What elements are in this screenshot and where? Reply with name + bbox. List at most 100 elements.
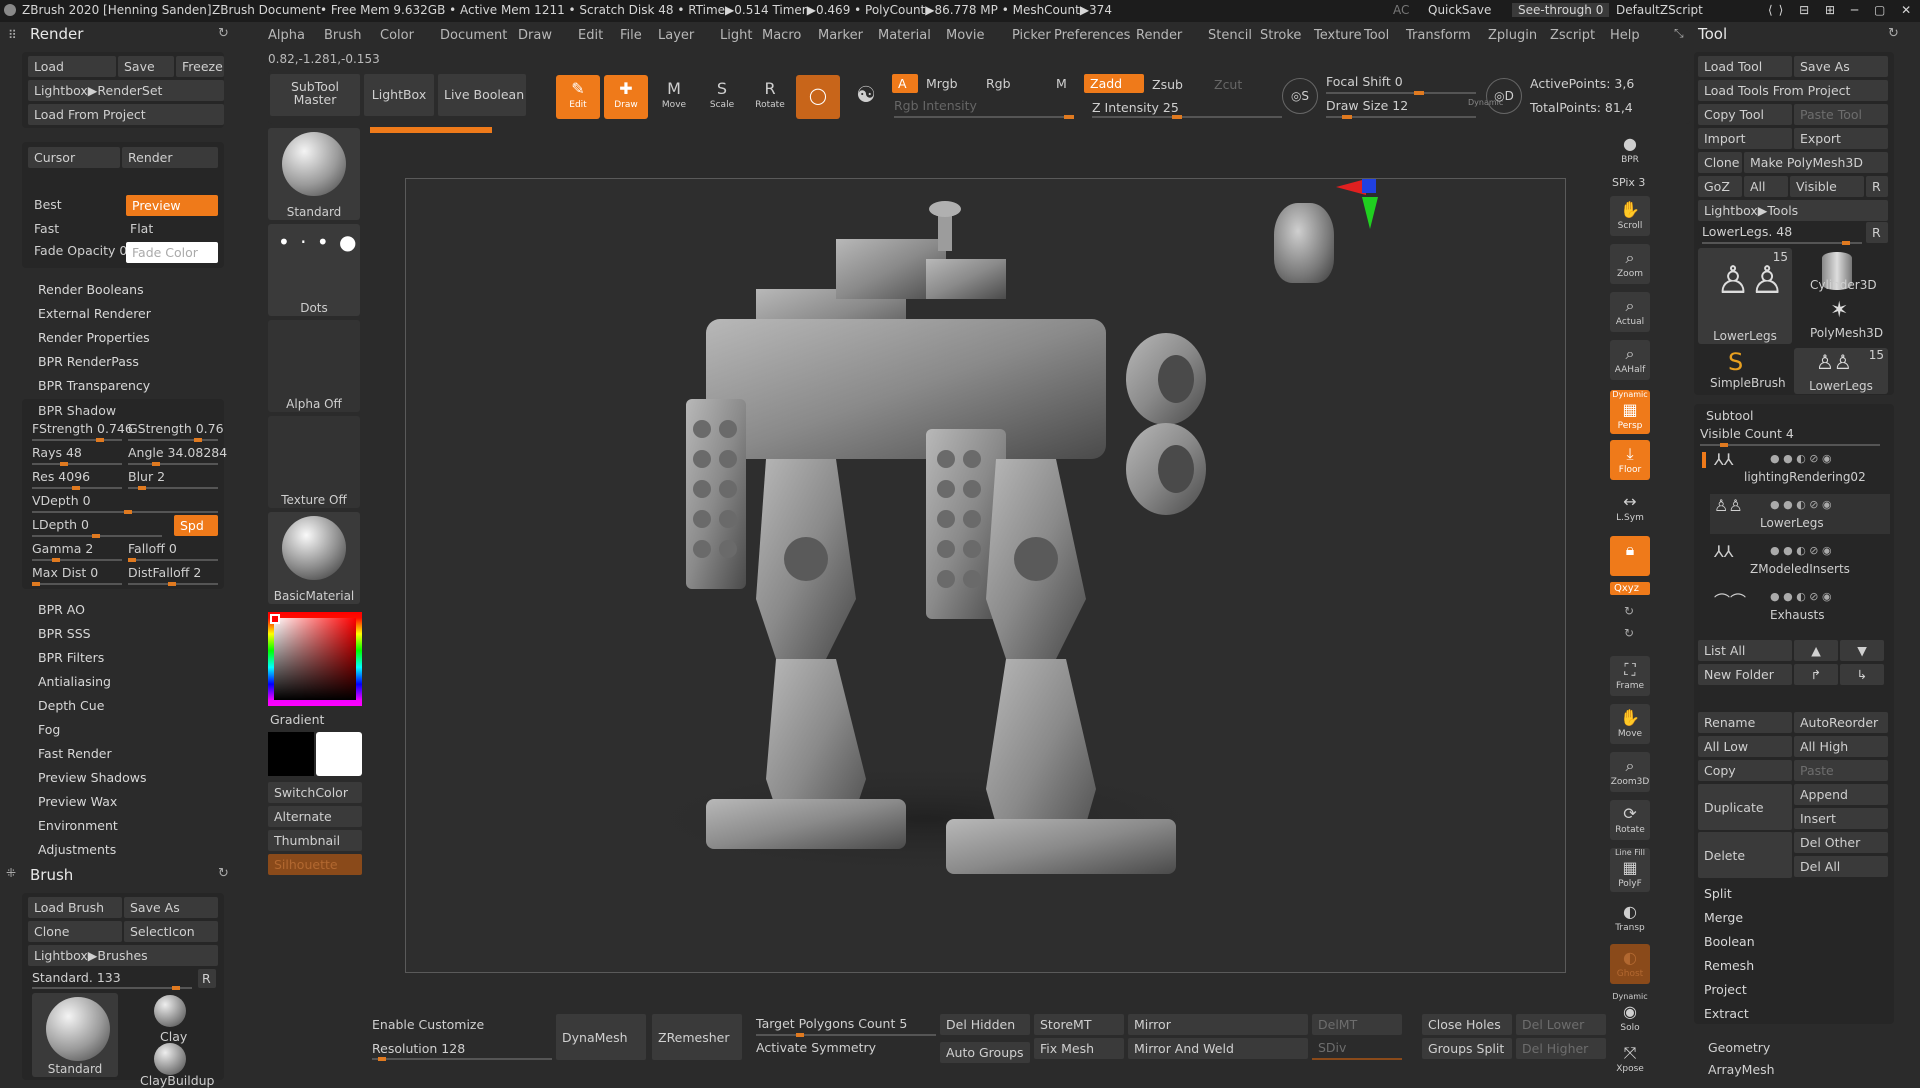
pressure-icon[interactable]: ◎D (1486, 78, 1522, 114)
window-controls[interactable]: ⟨⟩ ⊟ ⊞ ─ ▢ ✕ (1768, 3, 1917, 17)
brush-save-button[interactable]: Save As (124, 897, 218, 918)
menu-macro[interactable]: Macro (762, 28, 801, 43)
subtool-row-3[interactable]: ⅄⅄ ● ● ◐ ⊘ ◉ ZModeledInserts (1710, 540, 1890, 580)
auto-groups-button[interactable]: Auto Groups (940, 1042, 1030, 1063)
render-items2-item[interactable]: BPR Filters (38, 650, 104, 665)
vdepth-slider[interactable]: VDepth 0 (32, 493, 91, 508)
del-other-button[interactable]: Del Other (1794, 832, 1888, 853)
menu-alpha[interactable]: Alpha (268, 28, 305, 43)
all-low-button[interactable]: All Low (1698, 736, 1792, 757)
load-brush-button[interactable]: Load Brush (28, 897, 122, 918)
render-freeze-button[interactable]: Freeze (176, 56, 224, 77)
render-items-item[interactable]: Render Properties (38, 330, 150, 345)
floor-button[interactable]: ⤓ Floor (1610, 440, 1650, 480)
thumbnail-button[interactable]: Thumbnail (268, 830, 362, 851)
claybuildup-brush-icon[interactable] (154, 1043, 186, 1075)
rgb-button[interactable]: Rgb (986, 76, 1011, 91)
render-load-button[interactable]: Load (28, 56, 116, 77)
menu-marker[interactable]: Marker (818, 28, 863, 43)
geometry-section[interactable]: Geometry (1708, 1040, 1770, 1055)
menu-zplugin[interactable]: Zplugin (1488, 28, 1537, 43)
render-items2-item[interactable]: Fast Render (38, 746, 112, 761)
fade-color-swatch[interactable]: Fade Color (126, 242, 218, 263)
a-button[interactable]: A (892, 74, 918, 93)
subtool-header[interactable]: Subtool (1706, 408, 1753, 423)
lowerlegs-slider[interactable]: LowerLegs. 48 (1702, 224, 1792, 239)
render-items-item[interactable]: External Renderer (38, 306, 151, 321)
arraymesh-section[interactable]: ArrayMesh (1708, 1062, 1775, 1077)
brush-refresh-icon[interactable]: ↻ (218, 866, 229, 881)
menu-material[interactable]: Material (878, 28, 931, 43)
best-button[interactable]: Best (34, 197, 62, 212)
dynamesh-button[interactable]: DynaMesh (556, 1014, 646, 1060)
paste-subtool-button[interactable]: Paste (1794, 760, 1888, 781)
menu-movie[interactable]: Movie (946, 28, 984, 43)
zoom-button[interactable]: ⌕ Zoom (1610, 244, 1650, 284)
distfalloff-slider[interactable]: DistFalloff 2 (128, 565, 201, 580)
menu-picker[interactable]: Picker (1012, 28, 1051, 43)
simplebrush-icon[interactable]: S (1728, 348, 1743, 376)
polyf-button[interactable]: Line Fill ▦ PolyF (1610, 848, 1650, 892)
render-items2-item[interactable]: Environment (38, 818, 118, 833)
mirror-button[interactable]: Mirror (1128, 1014, 1308, 1035)
lsym-button[interactable]: ↔ L.Sym (1610, 488, 1650, 528)
copy-subtool-button[interactable]: Copy (1698, 760, 1792, 781)
tool-items-item[interactable]: Extract (1704, 1006, 1749, 1021)
menu-document[interactable]: Document (440, 28, 507, 43)
rotate-z-icon[interactable]: ↻ (1624, 626, 1634, 640)
spd-button[interactable]: Spd (174, 515, 218, 536)
res-slider[interactable]: Res 4096 (32, 469, 90, 484)
lightbox-button[interactable]: LightBox (364, 74, 434, 116)
zremesher-button[interactable]: ZRemesher (652, 1014, 742, 1060)
material-swatch-button[interactable]: ◯ (796, 75, 840, 119)
ldepth-slider[interactable]: LDepth 0 (32, 517, 89, 532)
gradient-toggle[interactable]: Gradient (270, 712, 324, 727)
orientation-head-icon[interactable] (1274, 203, 1334, 283)
main-color-swatch[interactable] (268, 732, 314, 776)
load-tools-project-button[interactable]: Load Tools From Project (1698, 80, 1888, 101)
material-thumb[interactable]: BasicMaterial (268, 512, 360, 604)
scroll-button[interactable]: ✋ Scroll (1610, 196, 1650, 236)
insert-button[interactable]: Insert (1794, 808, 1888, 829)
autoreorder-button[interactable]: AutoReorder (1794, 712, 1888, 733)
menu-preferences[interactable]: Preferences (1054, 28, 1130, 43)
subtool-master-button[interactable]: SubTool Master (270, 74, 360, 116)
tool-clone-button[interactable]: Clone (1698, 152, 1742, 173)
brush-thumb-standard[interactable]: Standard (32, 993, 118, 1077)
menu-tool[interactable]: Tool (1364, 28, 1389, 43)
zoom3d-button[interactable]: ⌕ Zoom3D (1610, 752, 1650, 792)
live-boolean-button[interactable]: Live Boolean (438, 74, 526, 116)
color-swap-button[interactable]: ☯ (846, 75, 886, 119)
maxdist-slider[interactable]: Max Dist 0 (32, 565, 98, 580)
quicksave-button[interactable]: QuickSave (1428, 3, 1491, 17)
texture-thumb[interactable]: Texture Off (268, 416, 360, 508)
activate-symmetry-button[interactable]: Activate Symmetry (756, 1040, 876, 1055)
falloff-slider[interactable]: Falloff 0 (128, 541, 177, 556)
xyz-rotate-button[interactable]: Qxyz (1610, 582, 1650, 595)
goz-all-button[interactable]: All (1744, 176, 1788, 197)
delmt-button[interactable]: DelMT (1312, 1014, 1402, 1035)
tool-items-item[interactable]: Boolean (1704, 934, 1755, 949)
lightbox-renderset-button[interactable]: Lightbox▶RenderSet (28, 80, 224, 101)
groups-split-button[interactable]: Groups Split (1422, 1038, 1512, 1059)
render-items2-item[interactable]: Preview Shadows (38, 770, 146, 785)
brush-grip-icon[interactable]: ⁜ (6, 866, 16, 880)
tool-items-item[interactable]: Project (1704, 982, 1747, 997)
persp-button[interactable]: Dynamic ▦ Persp (1610, 390, 1650, 434)
menu-file[interactable]: File (620, 28, 642, 43)
del-higher-button[interactable]: Del Higher (1516, 1038, 1606, 1059)
brush-clone-button[interactable]: Clone (28, 921, 122, 942)
polymesh3d-star-icon[interactable]: ✶ (1830, 298, 1848, 323)
render-items2-item[interactable]: Adjustments (38, 842, 116, 857)
render-items2-item[interactable]: Depth Cue (38, 698, 104, 713)
list-all-button[interactable]: List All (1698, 640, 1792, 661)
folder-out-button[interactable]: ↳ (1840, 664, 1884, 685)
menu-zscript[interactable]: Zscript (1550, 28, 1595, 43)
menu-draw[interactable]: Draw (518, 28, 552, 43)
del-lower-button[interactable]: Del Lower (1516, 1014, 1606, 1035)
move-up-button[interactable]: ▲ (1794, 640, 1838, 661)
render-items2-item[interactable]: Antialiasing (38, 674, 111, 689)
tool-thumb-lowerlegs-2[interactable]: ♙♙ 15 LowerLegs (1794, 348, 1888, 394)
lightbox-tools-button[interactable]: Lightbox▶Tools (1698, 200, 1888, 221)
move-mode-button[interactable]: M Move (652, 75, 696, 119)
